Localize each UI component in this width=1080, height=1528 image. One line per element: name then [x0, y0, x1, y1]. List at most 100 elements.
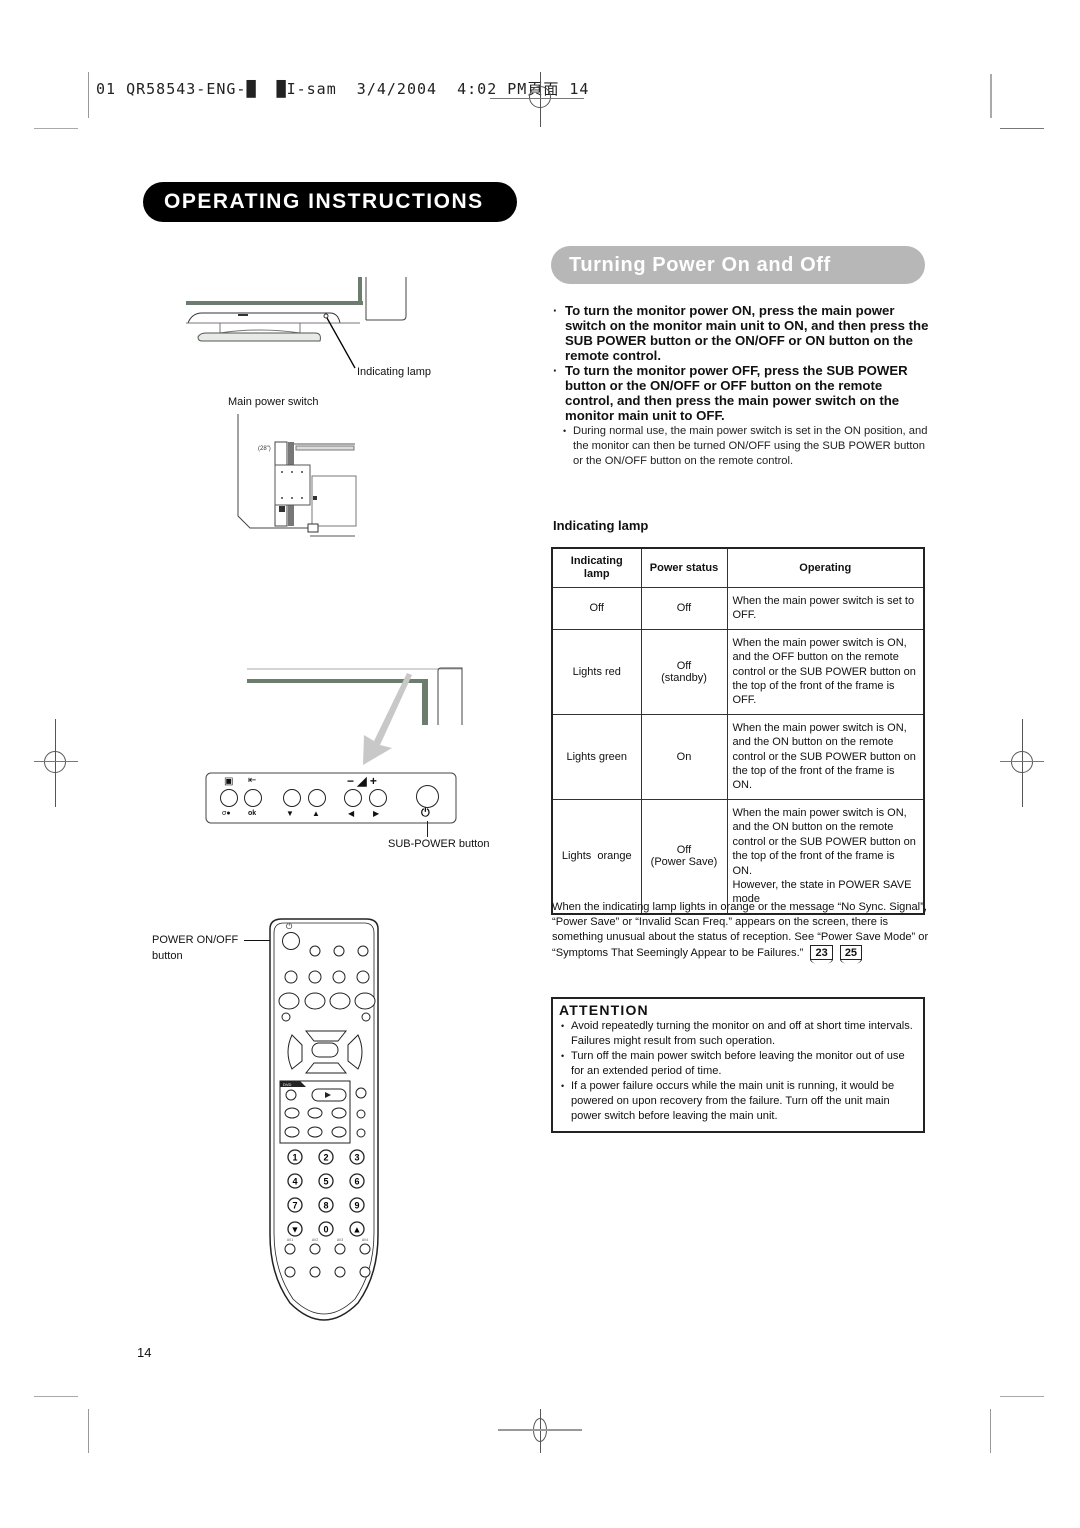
attention-title: ATTENTION	[559, 1002, 649, 1018]
crop-mark	[34, 128, 78, 129]
crop-mark	[34, 1396, 78, 1397]
status-cell: On	[640, 713, 728, 800]
normal-use-note: During normal use, the main power switch…	[553, 424, 933, 469]
right-arrow-icon: ▶	[373, 809, 380, 818]
status-detail: (Power Save)	[650, 856, 718, 869]
screen-icon: ▣	[224, 776, 234, 787]
leader-line	[427, 821, 428, 837]
input-icon: ⇤	[248, 775, 257, 786]
status-cell: Off	[640, 587, 728, 630]
attention-box: ATTENTION Avoid repeatedly turning the m…	[551, 997, 925, 1133]
table-row: Lights green On When the main power swit…	[551, 713, 925, 800]
power-icon: ⏻	[421, 807, 430, 819]
remote-key-label: 6	[354, 1177, 359, 1187]
column-header-lamp: Indicating lamp	[551, 547, 642, 588]
operating-cell: When the main power switch is set to OFF…	[726, 587, 925, 630]
dvd-tag: DVD	[283, 1082, 292, 1087]
brand-logo	[238, 314, 248, 316]
registration-mark	[1011, 751, 1033, 773]
status-detail: (standby)	[661, 671, 707, 684]
table-row: Lights red Off (standby) When the main po…	[551, 628, 925, 715]
volume-icon: − ◢ +	[347, 774, 377, 788]
remote-control-illustration: DVD 1 2 3 4 5 6 7 8 9 ▼ 0 ▲ AV1 AV2 AV3 AV4	[269, 918, 379, 1321]
attention-item: Turn off the main power switch before le…	[559, 1049, 915, 1079]
indicating-lamp-icon	[323, 313, 329, 319]
crop-mark	[990, 1409, 991, 1453]
remote-key-label: ▼	[291, 1225, 300, 1235]
monitor-back-illustration: (28")	[237, 414, 357, 537]
remote-key-label: 1	[292, 1153, 297, 1163]
size-tag: (28")	[258, 446, 271, 452]
page-number: 14	[137, 1345, 152, 1360]
registration-mark	[529, 86, 551, 108]
lamp-cell: Lights red	[551, 628, 642, 715]
av-label: AV2	[312, 1238, 318, 1242]
lamp-table-heading: Indicating lamp	[553, 518, 649, 533]
operating-text: When the main power switch is ON, and th…	[732, 806, 916, 877]
power-icon: ⏻	[286, 922, 293, 931]
crop-mark	[88, 72, 89, 118]
crop-mark	[990, 74, 992, 118]
page-ref-link[interactable]: 25	[839, 945, 863, 964]
monitor-bezel	[186, 301, 363, 305]
remote-key-label: ▲	[353, 1225, 362, 1235]
sub-power-button[interactable]	[416, 785, 439, 808]
page-ref-link[interactable]: 23	[810, 945, 833, 964]
up-button[interactable]	[308, 789, 326, 807]
remote-key-label: 0	[323, 1225, 328, 1235]
lamp-cell: Off	[551, 587, 642, 630]
table-header-row: Indicating lamp Power status Operating	[551, 547, 925, 588]
status-cell: Off (Power Save)	[640, 798, 728, 915]
down-button[interactable]	[283, 789, 301, 807]
volume-up-button[interactable]	[369, 789, 387, 807]
instruction-list: To turn the monitor power ON, press the …	[553, 303, 933, 469]
registration-mark	[1000, 761, 1044, 762]
remote-key-label: 4	[292, 1177, 297, 1187]
power-on-off-label: POWER ON/OFF button	[152, 932, 238, 964]
lamp-cell: Lights orange	[551, 798, 642, 915]
power-label-line1: POWER ON/OFF	[152, 934, 239, 946]
main-power-switch-icon	[307, 523, 319, 533]
left-arrow-icon: ◀	[348, 809, 355, 818]
av-label: AV1	[287, 1238, 293, 1242]
main-power-switch-label: Main power switch	[228, 396, 319, 408]
input-select-button[interactable]	[220, 789, 238, 807]
crop-mark	[88, 1409, 89, 1453]
av-label: AV3	[337, 1238, 343, 1242]
sub-power-label: SUB-POWER button	[388, 838, 490, 850]
column-header-status: Power status	[640, 547, 728, 588]
section-title: Turning Power On and Off	[551, 246, 925, 284]
column-header-operating: Operating	[726, 547, 925, 588]
ok-button[interactable]	[244, 789, 262, 807]
power-label-line2: button	[152, 950, 183, 962]
av-label: AV4	[362, 1238, 368, 1242]
remote-key-label: 5	[323, 1177, 328, 1187]
status-main: Off	[676, 659, 692, 672]
registration-mark	[490, 98, 584, 99]
operating-cell: When the main power switch is ON, and th…	[726, 713, 925, 800]
table-row: Off Off When the main power switch is se…	[551, 587, 925, 630]
instruction-power-off: To turn the monitor power OFF, press the…	[553, 363, 933, 423]
monitor-bezel	[358, 277, 362, 305]
lamp-cell: Lights green	[551, 713, 642, 800]
lamp-table: Indicating lamp Power status Operating O…	[551, 547, 925, 915]
operating-cell: When the main power switch is ON, and th…	[726, 628, 925, 715]
remote-power-button[interactable]	[282, 932, 300, 950]
indicating-lamp-label: Indicating lamp	[357, 366, 431, 378]
remote-key-label: 8	[323, 1201, 328, 1211]
volume-down-button[interactable]	[344, 789, 362, 807]
menu-icon: σ●	[222, 810, 231, 817]
reception-note: When the indicating lamp lights in orang…	[552, 900, 930, 964]
remote-key-label: 7	[292, 1201, 297, 1211]
remote-key-label: 9	[354, 1201, 359, 1211]
status-cell: Off (standby)	[640, 628, 728, 715]
ok-label: ok	[248, 810, 257, 817]
status-main: Off	[676, 844, 692, 857]
operating-cell: When the main power switch is ON, and th…	[726, 798, 925, 915]
crop-mark	[1000, 128, 1044, 129]
registration-mark	[44, 751, 66, 773]
print-slug: 01 QR58543-ENG-█ █I-sam 3/4/2004 4:02 PM…	[96, 80, 590, 98]
registration-mark	[498, 1429, 582, 1431]
instruction-power-on: To turn the monitor power ON, press the …	[553, 303, 933, 363]
reception-note-text: When the indicating lamp lights in orang…	[552, 901, 929, 959]
